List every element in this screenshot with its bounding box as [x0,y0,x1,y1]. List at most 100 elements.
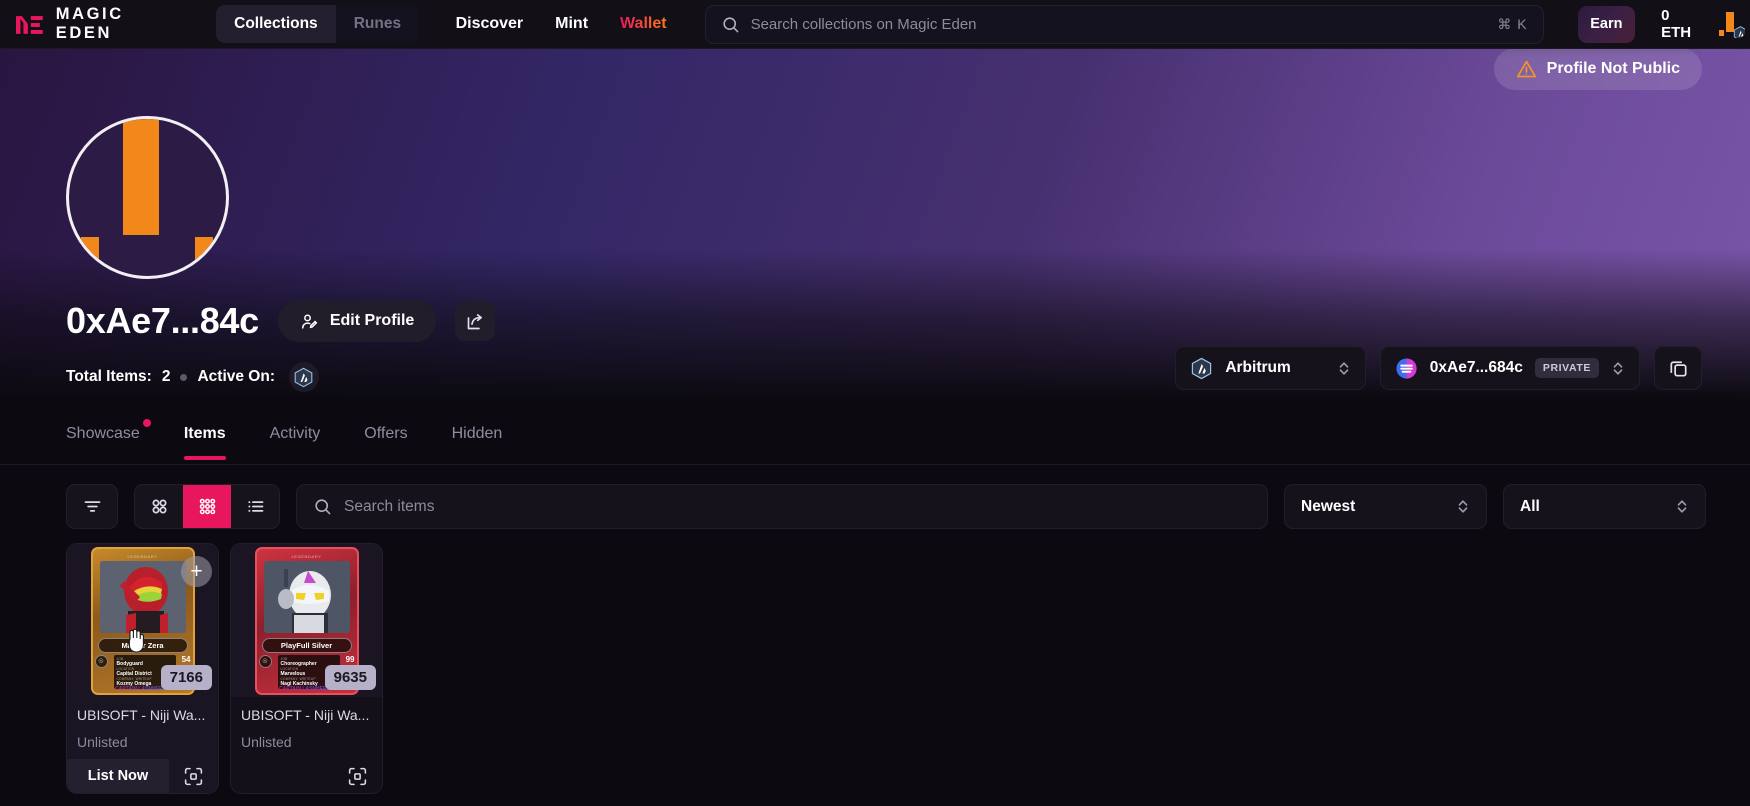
edit-profile-button[interactable]: Edit Profile [277,300,437,342]
view-mode-grid-small[interactable] [183,485,231,528]
nav-link-wallet[interactable]: Wallet [620,15,667,33]
quick-view-button[interactable] [169,759,218,793]
grid-small-icon [199,498,215,515]
active-chain-badge [288,362,319,392]
item-collection-name: UBISOFT - Niji Wa... [77,707,206,723]
wallet-privacy-badge: PRIVATE [1534,358,1599,378]
tab-showcase-label: Showcase [66,425,140,442]
tab-items[interactable]: Items [183,413,226,460]
chevron-updown-icon [1339,361,1349,375]
sort-dropdown[interactable]: Newest [1284,484,1487,529]
meta-separator-dot [180,373,188,381]
wallet-selector[interactable]: 0xAe7...684c PRIVATE [1379,346,1640,390]
nav-segment-group: Collections Runes [216,5,418,43]
filter-button[interactable] [66,484,118,529]
nav-links: Discover Mint Wallet [456,15,667,33]
user-edit-icon [301,313,318,329]
playfull-silver-character-icon [263,560,350,633]
global-search-placeholder: Search collections on Magic Eden [750,15,977,33]
card-character-name: Master Zera [97,637,188,653]
items-search-input[interactable]: Search items [296,484,1268,529]
view-mode-group [134,484,280,529]
filter-icon [84,501,100,512]
wallet-token-icon [1396,357,1417,379]
wallet-selectors: Arbitrum 0xAe7...684c PRIVATE [1175,346,1702,390]
chevron-updown-icon [1613,361,1623,375]
page-title: 0xAe7...84c [66,300,259,341]
item-collection-name: UBISOFT - Niji Wa... [241,707,370,723]
status-filter-dropdown[interactable]: All [1503,484,1706,529]
global-search-input[interactable]: Search collections on Magic Eden ⌘ K [704,4,1544,44]
total-items-value: 2 [161,368,171,385]
item-card[interactable]: LEGENDARY [230,543,383,794]
total-items-label: Total Items: [66,368,152,385]
top-navigation-bar: MAGIC EDEN Collections Runes Discover Mi… [0,0,1750,49]
copy-address-button[interactable] [1654,346,1702,390]
card-character-art [99,560,186,633]
card-power-value: 99 [345,654,355,664]
item-listing-status: Unlisted [77,734,128,750]
profile-identity-row: 0xAe7...84c Edit Profile [66,300,496,342]
master-zera-character-icon [99,560,186,633]
view-mode-list[interactable] [231,485,279,528]
add-to-showcase-button[interactable]: + [181,556,212,587]
scan-icon [348,767,367,785]
nav-link-discover[interactable]: Discover [456,15,524,33]
profile-avatar-icon[interactable] [66,116,229,279]
token-id-badge: 9635 [324,665,376,690]
list-view-icon [247,501,263,512]
magic-eden-logo [15,16,43,34]
item-card[interactable]: LEGENDARY [66,543,219,794]
share-profile-button[interactable] [455,301,496,341]
item-listing-status: Unlisted [241,734,292,750]
profile-not-public-label: Profile Not Public [1546,60,1680,77]
wallet-balance-chip[interactable]: 0 ETH [1649,6,1750,43]
nav-segment-runes[interactable]: Runes [335,5,418,43]
tab-showcase[interactable]: Showcase [66,413,151,459]
card-power-value: 54 [181,654,191,664]
active-on-label: Active On: [197,368,275,385]
tab-hidden[interactable]: Hidden [452,413,503,459]
arbitrum-icon [1192,357,1212,379]
card-character-art [263,560,350,633]
profile-tabs: Showcase Items Activity Offers Hidden [0,413,1750,465]
arbitrum-icon [1733,26,1746,38]
chevron-updown-icon [1458,500,1468,513]
copy-icon [1669,360,1687,377]
brand-name: MAGIC EDEN [55,5,124,42]
item-card-body: UBISOFT - Niji Wa... Unlisted [231,697,382,750]
wallet-selector-label: 0xAe7...684c [1429,359,1523,376]
list-now-button[interactable]: List Now [67,759,169,793]
earn-button[interactable]: Earn [1577,5,1636,43]
status-filter-label: All [1520,497,1540,515]
card-element-orb-icon: ☉ [258,654,272,668]
profile-not-public-badge[interactable]: Profile Not Public [1493,48,1702,90]
brand-home-link[interactable]: MAGIC EDEN [0,5,186,43]
chain-selector-label: Arbitrum [1225,359,1291,376]
token-id-badge: 7166 [160,665,212,690]
card-rarity-label: LEGENDARY [291,553,322,559]
arbitrum-icon [295,367,313,387]
search-icon [722,16,738,32]
share-icon [467,313,482,329]
nav-link-mint[interactable]: Mint [555,15,588,33]
card-character-name: PlayFull Silver [261,637,352,653]
quick-view-button[interactable] [333,759,382,793]
view-mode-grid-large[interactable] [135,485,183,528]
user-avatar-icon[interactable] [1717,10,1746,38]
tab-offers[interactable]: Offers [364,413,407,459]
chevron-updown-icon [1677,500,1687,513]
card-element-orb-icon: ☉ [94,654,108,668]
tab-activity[interactable]: Activity [270,413,321,459]
chain-selector[interactable]: Arbitrum [1175,346,1366,390]
items-search-placeholder: Search items [344,497,435,515]
edit-profile-label: Edit Profile [329,312,415,329]
item-card-body: UBISOFT - Niji Wa... Unlisted [67,697,218,750]
warning-triangle-icon [1516,60,1536,77]
item-card-image[interactable]: LEGENDARY [67,544,218,697]
card-rarity-label: LEGENDARY [127,553,158,559]
item-card-image[interactable]: LEGENDARY [231,544,382,697]
wallet-balance-label: 0 ETH [1661,7,1692,41]
nav-segment-collections[interactable]: Collections [216,5,336,43]
sort-dropdown-label: Newest [1301,497,1356,515]
